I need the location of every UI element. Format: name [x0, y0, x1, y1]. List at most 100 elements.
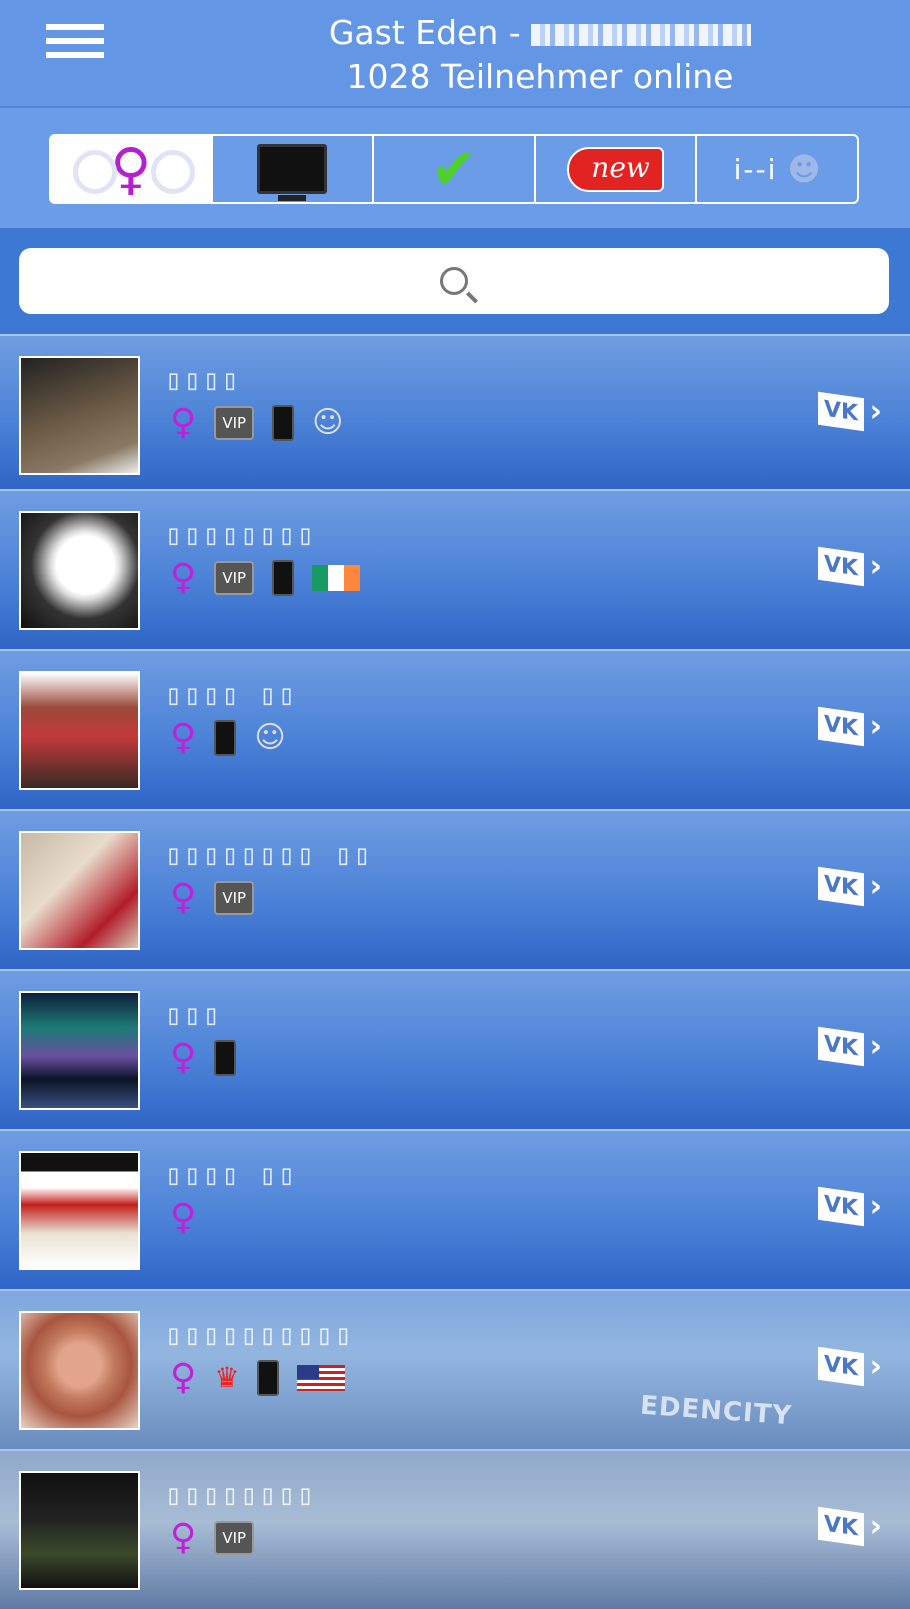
female-icon: ♀ — [170, 1197, 197, 1238]
vip-badge: VIP — [214, 880, 255, 915]
female-icon: ♀ — [170, 717, 197, 758]
user-icons: ♀ VIP — [170, 1517, 272, 1558]
user-icons: ♀ VIP ☺ — [170, 402, 361, 443]
username-blurred: ▯▯▯▯ ▯▯ — [165, 678, 298, 711]
vk-link[interactable]: VK › — [817, 1346, 882, 1387]
username-blurred: ▯▯▯▯▯▯▯▯ — [165, 1478, 316, 1511]
header-title: Gast Eden - — [240, 13, 840, 52]
vk-link[interactable]: VK › — [817, 1506, 882, 1547]
vk-icon: VK — [817, 1026, 864, 1067]
vip-badge: VIP — [214, 1520, 255, 1555]
vk-icon: VK — [817, 706, 864, 747]
user-icons: ♀ ♛ — [170, 1357, 363, 1398]
vk-link[interactable]: VK › — [817, 546, 882, 587]
list-item[interactable]: ▯▯▯▯▯▯▯▯ ▯▯ ♀ VIP VK › — [0, 809, 910, 969]
list-item[interactable]: ▯▯▯▯ ♀ VIP ☺ VK › — [0, 334, 910, 489]
smiley-icon: ☻ — [787, 150, 821, 188]
avatar — [19, 356, 140, 475]
vk-link[interactable]: VK › — [817, 1186, 882, 1227]
search-input[interactable] — [19, 248, 889, 314]
filter-verified-tab[interactable]: ✔ — [374, 136, 536, 202]
avatar — [19, 671, 140, 790]
app-header: Gast Eden - 1028 Teilnehmer online — [0, 0, 910, 108]
blurred-username — [531, 23, 752, 46]
chevron-right-icon: › — [869, 394, 882, 429]
female-icon: ♀ — [170, 557, 197, 598]
user-list: ▯▯▯▯ ♀ VIP ☺ VK › ▯▯▯▯▯▯▯▯ ♀ VIP VK › ▯▯▯▯… — [0, 334, 910, 1609]
gender-ring-icon — [73, 150, 117, 194]
filter-gender-tab[interactable]: ♀ — [51, 136, 213, 202]
filter-new-tab[interactable]: new — [536, 136, 698, 202]
user-icons: ♀ VIP — [170, 557, 378, 598]
usa-flag-icon — [297, 1364, 346, 1391]
search-icon — [440, 267, 468, 295]
list-item[interactable]: ▯▯▯▯▯▯▯▯ ♀ VIP VK › — [0, 1449, 910, 1609]
vk-icon: VK — [817, 1186, 864, 1227]
list-item[interactable]: ▯▯▯▯ ▯▯ ♀ ☺ VK › — [0, 649, 910, 809]
list-item[interactable]: ▯▯▯ ♀ VK › — [0, 969, 910, 1129]
vk-link[interactable]: VK › — [817, 866, 882, 907]
chevron-right-icon: › — [869, 1349, 882, 1384]
filter-webcam-tab[interactable] — [213, 136, 375, 202]
list-item[interactable]: ▯▯▯▯▯▯▯▯ ♀ VIP VK › — [0, 489, 910, 649]
list-item[interactable]: ▯▯▯▯ ▯▯ ♀ VK › — [0, 1129, 910, 1289]
female-icon: ♀ — [170, 877, 197, 918]
username-blurred: ▯▯▯▯ — [165, 363, 241, 396]
phone-icon — [272, 559, 295, 596]
phone-icon — [214, 719, 237, 756]
username-blurred: ▯▯▯▯▯▯▯▯ — [165, 518, 316, 551]
vk-link[interactable]: VK › — [817, 706, 882, 747]
vk-icon: VK — [817, 391, 864, 432]
avatar — [19, 511, 140, 630]
female-icon: ♀ — [170, 1357, 197, 1398]
avatar — [19, 991, 140, 1110]
female-icon: ♀ — [170, 1037, 197, 1078]
vk-icon: VK — [817, 1506, 864, 1547]
user-icons: ♀ — [170, 1037, 254, 1078]
vk-icon: VK — [817, 546, 864, 587]
female-icon: ♀ — [170, 1517, 197, 1558]
chevron-right-icon: › — [869, 709, 882, 744]
user-icons: ♀ — [170, 1197, 214, 1238]
username-blurred: ▯▯▯ — [165, 998, 222, 1031]
sleep-icon: ☺ — [254, 720, 286, 755]
menu-icon[interactable] — [46, 24, 104, 70]
chevron-right-icon: › — [869, 1029, 882, 1064]
filter-segmented-control: ♀ ✔ new i--i ☻ — [49, 134, 859, 204]
chevron-right-icon: › — [869, 549, 882, 584]
phone-icon — [272, 404, 295, 441]
ireland-flag-icon — [312, 564, 361, 591]
jester-icon: ♛ — [214, 1361, 240, 1394]
vk-icon: VK — [817, 1346, 864, 1387]
avatar — [19, 831, 140, 950]
phone-icon — [214, 1039, 237, 1076]
header-subtitle: 1028 Teilnehmer online — [346, 57, 734, 96]
filter-friends-tab[interactable]: i--i ☻ — [697, 136, 857, 202]
checkmark-icon: ✔ — [430, 136, 478, 202]
female-icon: ♀ — [170, 402, 197, 443]
avatar — [19, 1151, 140, 1270]
vip-badge: VIP — [214, 405, 255, 440]
user-icons: ♀ ☺ — [170, 717, 304, 758]
gender-ring-icon — [151, 150, 195, 194]
tv-icon — [257, 144, 328, 201]
username-blurred: ▯▯▯▯▯▯▯▯▯▯ — [165, 1318, 354, 1351]
avatar — [19, 1311, 140, 1430]
chevron-right-icon: › — [869, 1509, 882, 1544]
people-icon: i--i — [733, 152, 778, 186]
list-item[interactable]: ▯▯▯▯▯▯▯▯▯▯ ♀ ♛ EDENCITY VK › — [0, 1289, 910, 1449]
edencity-watermark: EDENCITY — [639, 1390, 794, 1432]
chevron-right-icon: › — [869, 869, 882, 904]
vk-link[interactable]: VK › — [817, 1026, 882, 1067]
chevron-right-icon: › — [869, 1189, 882, 1224]
avatar — [19, 1471, 140, 1590]
sleep-icon: ☺ — [312, 405, 344, 440]
vk-icon: VK — [817, 866, 864, 907]
new-tag-icon: new — [567, 146, 664, 192]
phone-icon — [257, 1359, 280, 1396]
username-blurred: ▯▯▯▯▯▯▯▯ ▯▯ — [165, 838, 373, 871]
user-icons: ♀ VIP — [170, 877, 272, 918]
username-blurred: ▯▯▯▯ ▯▯ — [165, 1158, 298, 1191]
vip-badge: VIP — [214, 560, 255, 595]
vk-link[interactable]: VK › — [817, 391, 882, 432]
